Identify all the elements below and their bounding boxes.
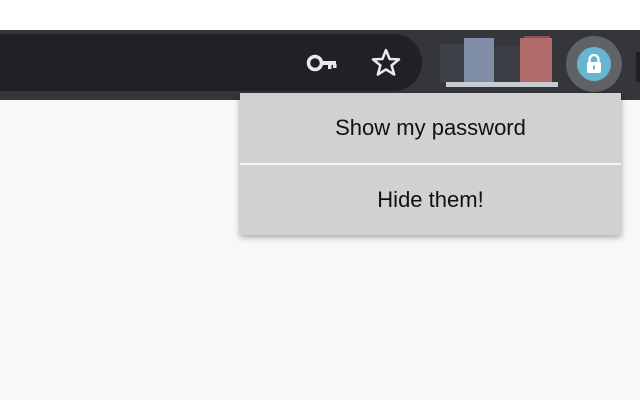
extension-icon-blurred[interactable] xyxy=(494,46,520,82)
extension-underline xyxy=(446,82,558,87)
extension-icon-blurred[interactable] xyxy=(464,38,494,82)
hide-passwords-button[interactable]: Hide them! xyxy=(240,165,621,235)
star-icon[interactable] xyxy=(369,46,403,80)
show-password-button[interactable]: Show my password xyxy=(240,93,621,163)
extension-badge xyxy=(577,47,611,81)
password-extension-button[interactable] xyxy=(566,36,622,92)
window-top-strip xyxy=(0,0,640,30)
address-bar[interactable] xyxy=(0,34,422,91)
key-icon[interactable] xyxy=(306,50,340,76)
extension-icon-blurred[interactable] xyxy=(520,38,552,82)
toolbar-edge xyxy=(636,52,640,82)
extension-popup-menu: Show my password Hide them! xyxy=(240,93,621,235)
lock-icon xyxy=(587,54,601,73)
extension-icon-blurred[interactable] xyxy=(440,44,464,82)
